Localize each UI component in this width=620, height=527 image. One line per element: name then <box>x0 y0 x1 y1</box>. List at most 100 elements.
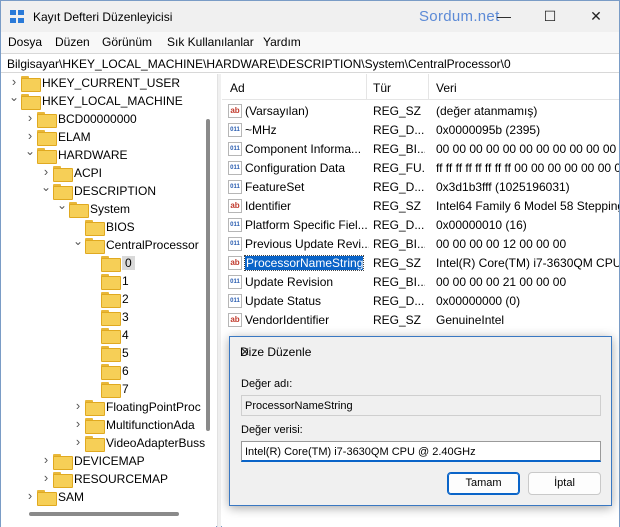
column-divider[interactable] <box>366 74 367 100</box>
folder-icon <box>85 238 105 254</box>
dialog-title-bar[interactable]: Dize Düzenle ✕ <box>230 337 611 367</box>
close-button[interactable]: ✕ <box>573 1 619 32</box>
value-data-input[interactable]: Intel(R) Core(TM) i7-3630QM CPU @ 2.40GH… <box>241 441 601 462</box>
pane-splitter[interactable] <box>217 74 221 527</box>
tree-item[interactable]: ⌄ CentralProcessor <box>1 235 211 254</box>
value-row[interactable]: 011 FeatureSet REG_D... 0x3d1b3fff (1025196… <box>222 178 619 197</box>
column-type[interactable]: Tür <box>373 81 391 95</box>
tree-item[interactable]: › DEVICEMAP <box>1 452 211 470</box>
tree-item[interactable]: › SAM <box>1 488 211 506</box>
tree-vertical-scrollbar[interactable] <box>203 74 213 514</box>
tree-item[interactable]: 2 <box>1 290 211 308</box>
folder-icon <box>37 112 57 128</box>
folder-icon <box>37 148 57 164</box>
value-row[interactable]: ab Identifier REG_SZ Intel64 Family 6 Model… <box>222 197 619 216</box>
value-row[interactable]: 011 Platform Specific Fiel... REG_D... 0x00… <box>222 216 619 235</box>
dialog-close-icon[interactable]: ✕ <box>240 345 601 359</box>
tree-item[interactable]: › RESOURCEMAP <box>1 470 211 488</box>
tree-item[interactable]: › BCD00000000 <box>1 110 211 128</box>
folder-icon <box>69 202 89 218</box>
chevron-down-icon[interactable]: ⌄ <box>25 145 35 157</box>
chevron-right-icon[interactable]: › <box>73 435 83 448</box>
chevron-right-icon[interactable]: › <box>73 399 83 412</box>
tree-item[interactable]: ⌄ System <box>1 199 211 218</box>
value-data: ff ff ff ff ff ff ff ff 00 00 00 00 00 0… <box>436 161 619 175</box>
tree-item[interactable]: BIOS <box>1 218 211 236</box>
menu-favorites[interactable]: Sık Kullanılanlar <box>167 35 254 49</box>
chevron-down-icon[interactable]: ⌄ <box>9 91 19 103</box>
tree-item[interactable]: › ACPI <box>1 164 211 182</box>
tree-item[interactable]: › HKEY_CURRENT_USER <box>1 74 211 92</box>
tree-item[interactable]: 6 <box>1 362 211 380</box>
minimize-button[interactable]: — <box>481 1 527 32</box>
tree-item[interactable]: › FloatingPointProc <box>1 398 211 416</box>
tree-item-label: 5 <box>122 346 129 360</box>
value-type: REG_D... <box>373 180 425 194</box>
menu-help[interactable]: Yardım <box>263 35 301 49</box>
chevron-right-icon[interactable]: › <box>41 453 51 466</box>
chevron-right-icon[interactable]: › <box>25 129 35 142</box>
value-type: REG_SZ <box>373 256 422 270</box>
cancel-button[interactable]: İptal <box>528 472 601 495</box>
chevron-right-icon[interactable]: › <box>73 417 83 430</box>
maximize-button[interactable]: ☐ <box>527 1 573 32</box>
tree-item[interactable]: 4 <box>1 326 211 344</box>
ok-button[interactable]: Tamam <box>447 472 520 495</box>
value-row[interactable]: 011 Previous Update Revi... REG_BI... 00 00… <box>222 235 619 254</box>
value-row[interactable]: 011 Update Status REG_D... 0x00000000 (0) <box>222 292 619 311</box>
binary-value-icon: 011 <box>228 161 242 175</box>
registry-app-icon <box>10 10 24 23</box>
tree-item[interactable]: 1 <box>1 272 211 290</box>
chevron-down-icon[interactable]: ⌄ <box>57 199 67 211</box>
menu-view[interactable]: Görünüm <box>102 35 152 49</box>
value-data: (değer atanmamış) <box>436 104 538 118</box>
value-row[interactable]: ab (Varsayılan) REG_SZ (değer atanmamış) <box>222 102 619 121</box>
folder-icon <box>21 94 41 110</box>
tree-item-label: FloatingPointProc <box>106 400 201 414</box>
value-name: ProcessorNameString <box>243 255 365 271</box>
tree-item[interactable]: ⌄ HKEY_LOCAL_MACHINE <box>1 91 211 110</box>
value-row[interactable]: 011 Update Revision REG_BI... 00 00 00 00 2… <box>222 273 619 292</box>
tree-item-label: BIOS <box>106 220 135 234</box>
chevron-right-icon[interactable]: › <box>25 489 35 502</box>
address-bar[interactable]: Bilgisayar\HKEY_LOCAL_MACHINE\HARDWARE\D… <box>1 53 619 73</box>
value-name: Update Status <box>245 294 322 308</box>
binary-value-icon: 011 <box>228 218 242 232</box>
chevron-right-icon[interactable]: › <box>9 75 19 88</box>
chevron-down-icon[interactable]: ⌄ <box>41 181 51 193</box>
tree-item[interactable]: 3 <box>1 308 211 326</box>
tree-item-label: ELAM <box>58 130 91 144</box>
tree-item[interactable]: 0 <box>1 254 211 272</box>
tree-item-label: CentralProcessor <box>106 238 199 252</box>
value-name: (Varsayılan) <box>245 104 309 118</box>
value-row[interactable]: 011 Component Informa... REG_BI... 00 00 00… <box>222 140 619 159</box>
tree-item[interactable]: 5 <box>1 344 211 362</box>
tree-item[interactable]: 7 <box>1 380 211 398</box>
chevron-right-icon[interactable]: › <box>41 165 51 178</box>
value-row[interactable]: 011Configuration Data REG_FU... ff ff ff f… <box>222 159 619 178</box>
value-row[interactable]: 011 ~MHz REG_D... 0x0000095b (2395) <box>222 121 619 140</box>
tree-item-label: SAM <box>58 490 85 504</box>
chevron-right-icon[interactable]: › <box>25 111 35 124</box>
value-name: FeatureSet <box>245 180 305 194</box>
tree-item[interactable]: ⌄ DESCRIPTION <box>1 181 211 200</box>
column-name[interactable]: Ad <box>230 81 245 95</box>
column-data[interactable]: Veri <box>436 81 457 95</box>
column-divider[interactable] <box>428 74 429 100</box>
title-bar[interactable]: Kayıt Defteri Düzenleyicisi Sordum.net —… <box>1 1 619 32</box>
menu-edit[interactable]: Düzen <box>55 35 90 49</box>
value-row[interactable]: ab ProcessorNameString REG_SZ Intel(R) Core… <box>222 254 619 273</box>
list-header: Ad Tür Veri <box>222 74 619 100</box>
tree-item[interactable]: › MultifunctionAda <box>1 416 211 434</box>
tree-item[interactable]: ⌄ HARDWARE <box>1 145 211 164</box>
menu-file[interactable]: Dosya <box>8 35 42 49</box>
tree-item[interactable]: › VideoAdapterBuss <box>1 434 211 452</box>
tree-horizontal-scrollbar[interactable] <box>29 512 179 516</box>
chevron-right-icon[interactable]: › <box>41 471 51 484</box>
tree-scroll-thumb[interactable] <box>206 119 210 431</box>
chevron-down-icon[interactable]: ⌄ <box>73 235 83 247</box>
value-row[interactable]: ab VendorIdentifier REG_SZ GenuineIntel <box>222 311 619 330</box>
folder-icon <box>85 436 105 452</box>
folder-icon <box>85 220 105 236</box>
folder-icon <box>37 130 57 146</box>
